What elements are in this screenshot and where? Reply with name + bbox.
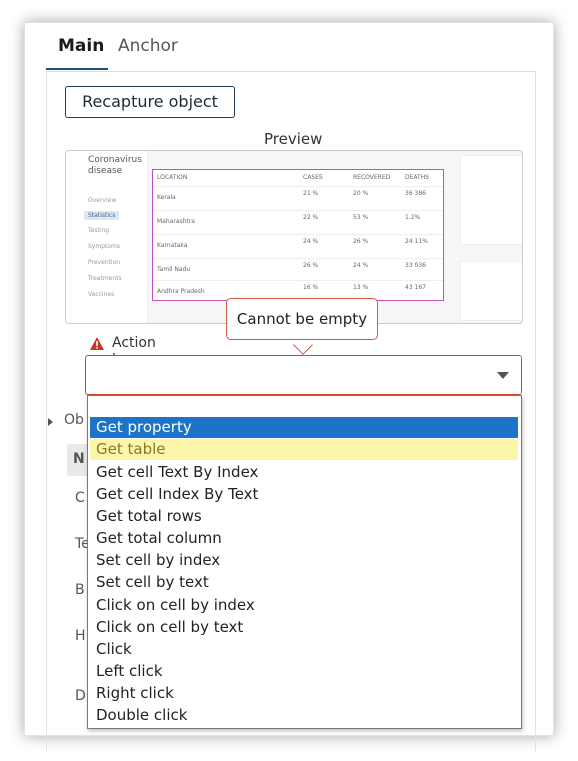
- property-row-label: H: [75, 628, 86, 644]
- thumbnail-cell: 22 %: [303, 214, 319, 221]
- thumbnail-nav-item: Overview: [88, 197, 117, 204]
- thumbnail-cell: 20 %: [353, 190, 369, 197]
- dropdown-option[interactable]: Get total column: [90, 528, 518, 549]
- thumbnail-sidebar: Coronavirus disease Overview Statistics …: [66, 151, 148, 323]
- thumbnail-cell: 26 %: [303, 262, 319, 269]
- thumbnail-cell: 53 %: [353, 214, 369, 221]
- chevron-down-icon[interactable]: [497, 372, 509, 379]
- thumbnail-row-divider: [153, 258, 443, 259]
- thumbnail-nav-item: Vaccines: [88, 291, 115, 298]
- property-row-label: D: [75, 688, 86, 704]
- action-select[interactable]: [85, 355, 522, 395]
- warning-icon: [90, 337, 104, 350]
- dropdown-option[interactable]: Get property: [90, 417, 518, 438]
- dropdown-option[interactable]: Click on cell by text: [90, 617, 518, 638]
- thumbnail-cell: 24 11%: [405, 238, 428, 245]
- thumbnail-nav-item: Prevention: [88, 259, 121, 266]
- thumbnail-highlighted-table: LOCATION CASES RECOVERED DEATHS Kerala 2…: [152, 169, 444, 301]
- thumbnail-row-divider: [153, 210, 443, 211]
- thumbnail-row-divider: [153, 234, 443, 235]
- tab-anchor[interactable]: Anchor: [118, 36, 178, 56]
- thumbnail-cell: 24 %: [353, 262, 369, 269]
- thumbnail-cell: 24 %: [303, 238, 319, 245]
- dropdown-option[interactable]: Double click: [90, 705, 518, 726]
- thumbnail-side-card: [460, 261, 522, 321]
- thumbnail-cell: Tamil Nadu: [157, 266, 191, 273]
- caret-right-icon[interactable]: [48, 418, 53, 426]
- dropdown-option[interactable]: Click on cell by index: [90, 595, 518, 616]
- object-section-label: Ob: [64, 412, 84, 428]
- thumbnail-cell: 13 %: [353, 284, 369, 291]
- thumbnail-title: Coronavirus disease: [88, 155, 142, 176]
- action-dropdown-list[interactable]: Get property Get table Get cell Text By …: [87, 395, 522, 729]
- thumbnail-cell: Kerala: [157, 194, 176, 201]
- dropdown-option[interactable]: Get table: [90, 439, 518, 460]
- dropdown-option[interactable]: Left click: [90, 661, 518, 682]
- dropdown-option[interactable]: Right click: [90, 683, 518, 704]
- thumbnail-cell: 43 167: [405, 284, 426, 291]
- thumbnail-row-divider: [153, 280, 443, 281]
- preview-label: Preview: [264, 130, 323, 148]
- recapture-object-button[interactable]: Recapture object: [65, 86, 235, 118]
- tab-main[interactable]: Main: [58, 36, 104, 56]
- thumbnail-row-divider: [153, 186, 443, 187]
- thumbnail-nav-item: Statistics: [84, 211, 120, 220]
- dropdown-option[interactable]: Get cell Index By Text: [90, 484, 518, 505]
- thumbnail-cell: 36 386: [405, 190, 426, 197]
- thumbnail-side-card: [460, 155, 522, 245]
- active-tab-indicator: [46, 68, 108, 70]
- thumbnail-nav-item: Testing: [88, 227, 110, 234]
- property-row-label: B: [75, 582, 85, 598]
- thumbnail-header: CASES: [303, 174, 323, 181]
- thumbnail-header: RECOVERED: [353, 174, 391, 181]
- thumbnail-cell: Maharashtra: [157, 218, 195, 225]
- tab-bar: Main Anchor: [46, 30, 536, 72]
- dropdown-option[interactable]: Get cell Text By Index: [90, 462, 518, 483]
- thumbnail-cell: 1.2%: [405, 214, 421, 221]
- thumbnail-cell: 26 %: [353, 238, 369, 245]
- name-column-header: N: [73, 451, 85, 467]
- thumbnail-header: DEATHS: [405, 174, 430, 181]
- thumbnail-cell: Karnataka: [157, 242, 188, 249]
- thumbnail-cell: 21 %: [303, 190, 319, 197]
- validation-tooltip: Cannot be empty: [226, 298, 378, 340]
- thumbnail-cell: 16 %: [303, 284, 319, 291]
- thumbnail-cell: 33 036: [405, 262, 426, 269]
- dropdown-option[interactable]: Get total rows: [90, 506, 518, 527]
- dropdown-option[interactable]: Click: [90, 639, 518, 660]
- dropdown-option[interactable]: Set cell by text: [90, 572, 518, 593]
- thumbnail-nav-item: Treatments: [88, 275, 122, 282]
- thumbnail-header: LOCATION: [157, 174, 188, 181]
- dropdown-option[interactable]: Set cell by index: [90, 550, 518, 571]
- property-row-label: C: [75, 490, 85, 506]
- thumbnail-cell: Andhra Pradesh: [157, 288, 205, 295]
- thumbnail-nav-item: Symptoms: [88, 243, 121, 250]
